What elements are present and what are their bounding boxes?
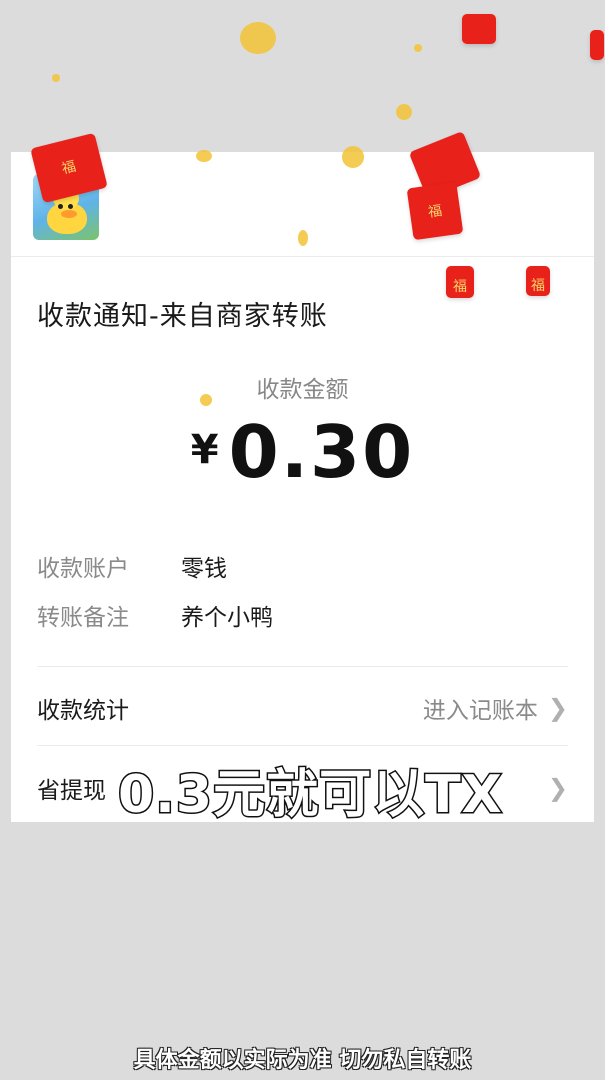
amount-display: ¥0.30: [11, 410, 594, 494]
chevron-right-icon: ❯: [547, 774, 568, 802]
red-envelope-icon: [462, 14, 496, 44]
currency-symbol: ¥: [190, 427, 219, 473]
coin-icon: [52, 74, 60, 82]
red-envelope-icon: 福: [526, 266, 550, 296]
stats-row[interactable]: 收款统计 进入记账本 ❯: [37, 683, 568, 733]
divider: [37, 666, 568, 667]
bottom-caption: 具体金额以实际为准 切勿私自转账: [133, 1048, 472, 1073]
coin-icon: [396, 104, 412, 120]
stats-action[interactable]: 进入记账本 ❯: [423, 691, 568, 725]
coin-icon: [414, 44, 422, 52]
stats-label: 收款统计: [37, 698, 129, 724]
coin-icon: [240, 22, 276, 54]
duck-eye: [68, 204, 73, 209]
red-envelope-icon: 福: [406, 181, 464, 241]
remark-label: 转账备注: [37, 605, 129, 631]
save-label: 省提现: [37, 778, 106, 804]
notification-title: 收款通知-来自商家转账: [37, 301, 328, 332]
remark-value: 养个小鸭: [181, 605, 273, 631]
remark-row: 转账备注 养个小鸭: [37, 598, 273, 632]
duck-beak: [61, 210, 77, 218]
red-envelope-icon: [590, 30, 604, 60]
envelope-glyph: 福: [60, 158, 78, 178]
coin-icon: [196, 150, 212, 162]
envelope-glyph: 福: [531, 278, 545, 294]
account-value: 零钱: [181, 556, 227, 582]
chevron-right-icon: ❯: [547, 694, 568, 722]
amount-value: 0.30: [228, 410, 415, 494]
save-action[interactable]: ❯: [538, 774, 568, 802]
account-label: 收款账户: [37, 556, 129, 582]
envelope-glyph: 福: [453, 278, 467, 295]
stats-action-label: 进入记账本: [422, 698, 538, 724]
duck-eye: [58, 204, 63, 209]
account-row: 收款账户 零钱: [37, 549, 227, 583]
transfer-notification-card: 收款通知-来自商家转账 收款金额 ¥0.30 收款账户 零钱 转账备注 养个小鸭 收…: [11, 152, 594, 822]
divider: [37, 745, 568, 746]
red-envelope-icon: 福: [446, 266, 474, 298]
coin-icon: [298, 230, 308, 246]
coin-icon: [200, 394, 212, 406]
coin-icon: [342, 146, 364, 168]
amount-label: 收款金额: [256, 377, 349, 403]
overlay-caption: 0.3元就可以TX: [117, 764, 504, 827]
envelope-glyph: 福: [427, 202, 444, 221]
